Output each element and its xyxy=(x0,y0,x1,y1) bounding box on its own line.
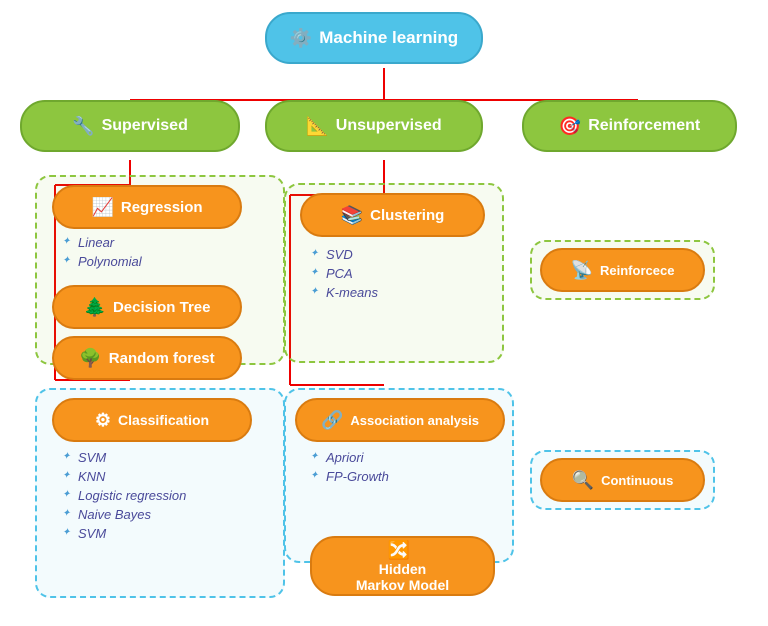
bullet-apriori: Apriori xyxy=(310,448,389,467)
decision-tree-label: Decision Tree xyxy=(113,299,211,316)
bullet-svd: SVD xyxy=(310,245,378,264)
regression-node: 📈 Regression xyxy=(52,185,242,229)
supervised-label: Supervised xyxy=(102,117,188,135)
bullet-naivebayes: Naive Bayes xyxy=(62,505,186,524)
decision-tree-node: 🌲 Decision Tree xyxy=(52,285,242,329)
clustering-icon: 📚 xyxy=(341,205,363,226)
bullet-pca: PCA xyxy=(310,264,378,283)
classification-bullets: SVM KNN Logistic regression Naive Bayes … xyxy=(62,448,186,543)
machine-learning-node: ⚙️ Machine learning xyxy=(265,12,483,64)
ml-icon: ⚙️ xyxy=(290,28,312,49)
classification-icon: ⚙ xyxy=(95,410,111,431)
ml-diagram: ⚙️ Machine learning 🔧 Supervised 📐 Unsup… xyxy=(0,0,768,626)
regression-bullets: Linear Polynomial xyxy=(62,233,142,271)
bullet-svm2: SVM xyxy=(62,524,186,543)
bullet-fpgrowth: FP-Growth xyxy=(310,467,389,486)
continuous-label: Continuous xyxy=(601,473,673,488)
bullet-kmeans: K-means xyxy=(310,283,378,302)
reinforcement-sub-node: 📡 Reinforcece xyxy=(540,248,705,292)
regression-icon: 📈 xyxy=(91,197,113,218)
bullet-polynomial: Polynomial xyxy=(62,252,142,271)
continuous-node: 🔍 Continuous xyxy=(540,458,705,502)
association-label: Association analysis xyxy=(350,413,479,428)
bullet-linear: Linear xyxy=(62,233,142,252)
clustering-label: Clustering xyxy=(370,207,444,224)
association-node: 🔗 Association analysis xyxy=(295,398,505,442)
decision-tree-icon: 🌲 xyxy=(84,297,106,318)
unsupervised-label: Unsupervised xyxy=(336,117,442,135)
hmm-label: HiddenMarkov Model xyxy=(356,561,449,593)
association-bullets: Apriori FP-Growth xyxy=(310,448,389,486)
unsupervised-node: 📐 Unsupervised xyxy=(265,100,483,152)
reinforcement-icon: 🎯 xyxy=(559,116,581,137)
rsub-label: Reinforcece xyxy=(600,263,674,278)
hmm-node: 🔀 HiddenMarkov Model xyxy=(310,536,495,596)
random-forest-icon: 🌳 xyxy=(79,348,101,369)
bullet-knn: KNN xyxy=(62,467,186,486)
reinforcement-node: 🎯 Reinforcement xyxy=(522,100,737,152)
supervised-node: 🔧 Supervised xyxy=(20,100,240,152)
classification-label: Classification xyxy=(118,412,209,428)
bullet-svm: SVM xyxy=(62,448,186,467)
association-icon: 🔗 xyxy=(321,410,343,431)
classification-node: ⚙ Classification xyxy=(52,398,252,442)
supervised-icon: 🔧 xyxy=(72,116,94,137)
rsub-icon: 📡 xyxy=(571,260,593,281)
clustering-bullets: SVD PCA K-means xyxy=(310,245,378,302)
regression-label: Regression xyxy=(121,199,203,216)
clustering-node: 📚 Clustering xyxy=(300,193,485,237)
continuous-icon: 🔍 xyxy=(572,470,594,491)
bullet-logistic: Logistic regression xyxy=(62,486,186,505)
reinforcement-label: Reinforcement xyxy=(588,117,700,135)
hmm-icon: 🔀 xyxy=(388,540,410,561)
unsupervised-icon: 📐 xyxy=(306,116,328,137)
random-forest-label: Random forest xyxy=(109,350,215,367)
random-forest-node: 🌳 Random forest xyxy=(52,336,242,380)
ml-label: Machine learning xyxy=(319,28,458,48)
